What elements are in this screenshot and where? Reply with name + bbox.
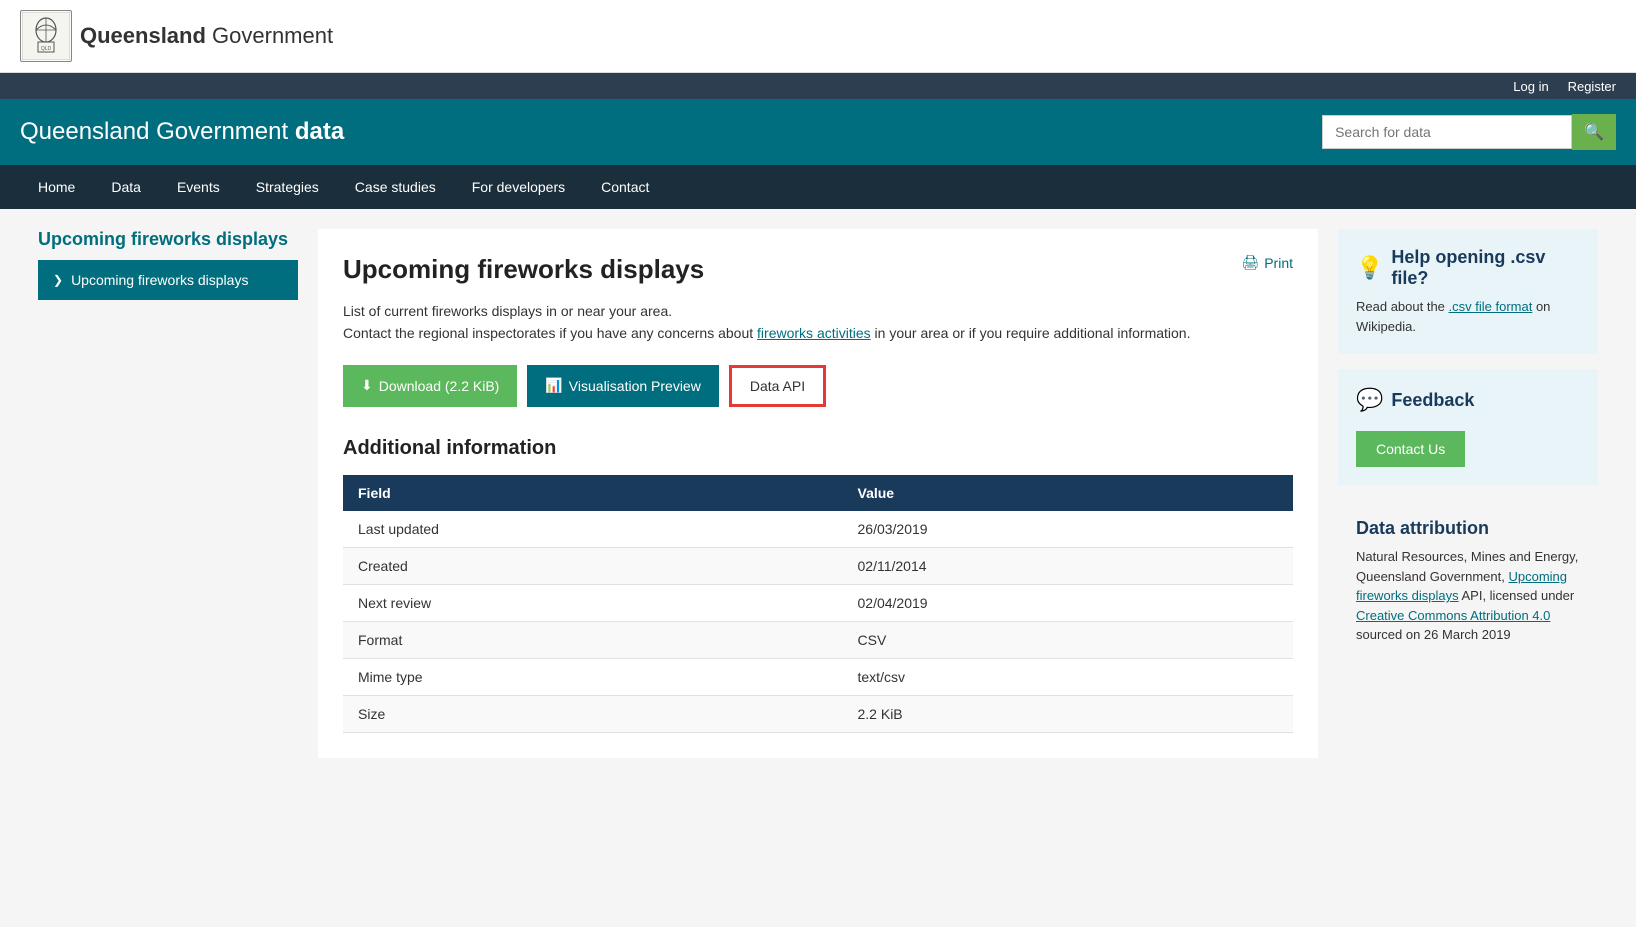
search-form: 🔍 [1322,114,1616,150]
table-row: Last updated26/03/2019 [343,511,1293,548]
col-field: Field [343,475,843,511]
data-attrib-text: Natural Resources, Mines and Energy, Que… [1356,547,1580,645]
chart-icon: 📊 [545,377,562,394]
data-attrib-title: Data attribution [1356,518,1580,539]
sidebar-item-fireworks[interactable]: ❯ Upcoming fireworks displays [38,260,298,300]
nav-strategies[interactable]: Strategies [238,165,337,209]
crest-icon: QLD [20,10,72,62]
page-title: Upcoming fireworks displays [343,254,704,285]
table-row: Mime typetext/csv [343,658,1293,695]
feedback-title: 💬 Feedback [1356,387,1580,413]
logo-area: QLD Queensland Government [20,10,333,62]
auth-bar: Log in Register [0,73,1636,99]
main-content: Upcoming fireworks displays 🖨 Print List… [318,229,1318,758]
nav-case-studies[interactable]: Case studies [337,165,454,209]
help-text: Read about the .csv file format on Wikip… [1356,297,1580,336]
cell-value: CSV [843,621,1294,658]
cell-field: Next review [343,584,843,621]
chevron-right-icon: ❯ [53,273,63,287]
cell-field: Last updated [343,511,843,548]
cell-value: 26/03/2019 [843,511,1294,548]
site-header: Queensland Government data 🔍 [0,99,1636,165]
search-input[interactable] [1322,115,1572,149]
nav-contact[interactable]: Contact [583,165,667,209]
print-icon: 🖨 [1241,254,1259,271]
visualise-button[interactable]: 📊 Visualisation Preview [527,365,718,407]
cell-field: Mime type [343,658,843,695]
search-button[interactable]: 🔍 [1572,114,1616,150]
fireworks-link[interactable]: fireworks activities [757,325,871,341]
nav-events[interactable]: Events [159,165,238,209]
nav-home[interactable]: Home [20,165,93,209]
lightbulb-icon: 💡 [1356,255,1383,281]
main-nav: Home Data Events Strategies Case studies… [0,165,1636,209]
table-row: FormatCSV [343,621,1293,658]
action-buttons: ⬇ Download (2.2 KiB) 📊 Visualisation Pre… [343,365,1293,407]
download-button[interactable]: ⬇ Download (2.2 KiB) [343,365,517,407]
additional-info-title: Additional information [343,437,1293,460]
right-sidebar: 💡 Help opening .csv file? Read about the… [1338,229,1598,758]
cell-field: Format [343,621,843,658]
sidebar-item-label: Upcoming fireworks displays [71,272,248,288]
cc-license-link[interactable]: Creative Commons Attribution 4.0 [1356,608,1550,623]
download-icon: ⬇ [361,377,373,394]
content-header: Upcoming fireworks displays 🖨 Print [343,254,1293,285]
register-link[interactable]: Register [1568,79,1616,94]
cell-field: Created [343,547,843,584]
data-attribution-panel: Data attribution Natural Resources, Mine… [1338,500,1598,663]
contact-button[interactable]: Contact Us [1356,431,1465,467]
description-line2: Contact the regional inspectorates if yo… [343,322,1293,344]
cell-value: 02/04/2019 [843,584,1294,621]
login-link[interactable]: Log in [1513,79,1548,94]
site-title: Queensland Government data [20,118,344,146]
sidebar-title: Upcoming fireworks displays [38,229,298,250]
print-link[interactable]: 🖨 Print [1241,254,1293,271]
cell-value: 02/11/2014 [843,547,1294,584]
main-container: Upcoming fireworks displays ❯ Upcoming f… [18,209,1618,778]
logo-text: Queensland Government [80,23,333,49]
table-row: Created02/11/2014 [343,547,1293,584]
feedback-panel: 💬 Feedback Contact Us [1338,369,1598,485]
data-api-button[interactable]: Data API [729,365,826,407]
info-table: Field Value Last updated26/03/2019Create… [343,475,1293,733]
nav-developers[interactable]: For developers [454,165,583,209]
help-title: 💡 Help opening .csv file? [1356,247,1580,289]
help-panel: 💡 Help opening .csv file? Read about the… [1338,229,1598,354]
col-value: Value [843,475,1294,511]
table-header-row: Field Value [343,475,1293,511]
description: List of current fireworks displays in or… [343,300,1293,345]
nav-data[interactable]: Data [93,165,159,209]
search-icon: 🔍 [1584,124,1604,141]
feedback-icon: 💬 [1356,387,1383,413]
cell-value: text/csv [843,658,1294,695]
description-line1: List of current fireworks displays in or… [343,300,1293,322]
left-sidebar: Upcoming fireworks displays ❯ Upcoming f… [38,229,298,758]
cell-field: Size [343,695,843,732]
logo-bar: QLD Queensland Government [0,0,1636,73]
csv-format-link[interactable]: .csv file format [1449,299,1533,314]
table-row: Next review02/04/2019 [343,584,1293,621]
table-row: Size2.2 KiB [343,695,1293,732]
additional-info: Additional information Field Value Last … [343,437,1293,733]
svg-text:QLD: QLD [41,46,52,52]
cell-value: 2.2 KiB [843,695,1294,732]
